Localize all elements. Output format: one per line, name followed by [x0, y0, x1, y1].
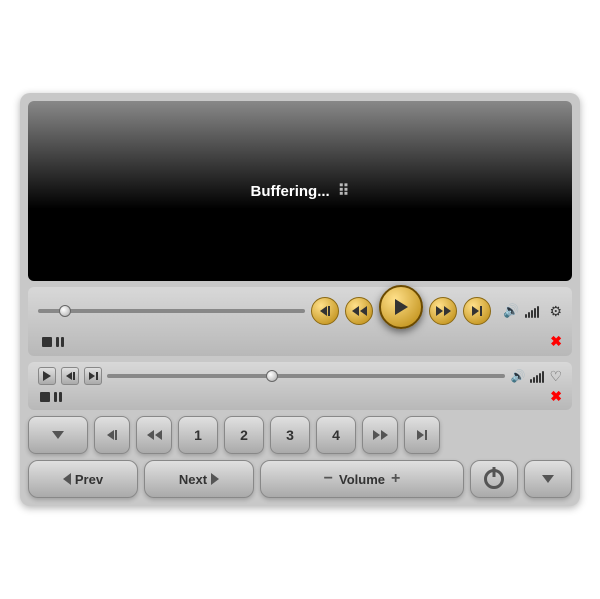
skip-start-tiny-button[interactable] [61, 367, 79, 385]
play-icon [395, 299, 408, 315]
skip-end-tiny-button[interactable] [84, 367, 102, 385]
dropdown-arrow-icon [52, 431, 64, 439]
prev-icon [63, 473, 71, 485]
seek-thumb[interactable] [59, 305, 71, 317]
play-tiny-icon [43, 371, 51, 381]
track-4-label: 4 [332, 427, 340, 443]
volume-label: Volume [339, 472, 385, 487]
vol-bar-5 [537, 306, 539, 318]
main-controls-row: 🔊 ⚙ [38, 293, 562, 329]
vol-bar-1 [525, 314, 527, 318]
volume-icon: 🔊 [503, 303, 519, 319]
video-screen: Buffering... ⠿ [28, 101, 572, 281]
bottom-dropdown-icon [542, 475, 554, 483]
secondary-pause-button[interactable] [54, 392, 62, 402]
skip-to-start-button[interactable] [311, 297, 339, 325]
track-2-label: 2 [240, 427, 248, 443]
track-skip-end-icon [417, 430, 427, 440]
next-icon [211, 473, 219, 485]
channel-dropdown-button[interactable] [28, 416, 88, 454]
vol-bar-3 [531, 310, 533, 318]
prev-label: Prev [75, 472, 103, 487]
buffering-indicator: Buffering... ⠿ [251, 181, 350, 201]
next-button[interactable]: Next [144, 460, 254, 498]
power-button[interactable] [470, 460, 518, 498]
seek-bar[interactable] [38, 309, 305, 313]
track-rewind-button[interactable] [136, 416, 172, 454]
bottom-dropdown-button[interactable] [524, 460, 572, 498]
skip-end-icon [472, 306, 482, 316]
track-skip-end-button[interactable] [404, 416, 440, 454]
vol-bar-4 [534, 308, 536, 318]
secondary-close-icon[interactable]: ✖ [550, 388, 562, 405]
volume-control-button[interactable]: − Volume + [260, 460, 464, 498]
track-skip-start-button[interactable] [94, 416, 130, 454]
track-ff-icon [373, 430, 388, 440]
track-1-button[interactable]: 1 [178, 416, 218, 454]
track-rewind-icon [147, 430, 162, 440]
skip-start-tiny-icon [66, 372, 75, 380]
play-button[interactable] [379, 285, 423, 329]
track-3-button[interactable]: 3 [270, 416, 310, 454]
track-ff-button[interactable] [362, 416, 398, 454]
track-4-button[interactable]: 4 [316, 416, 356, 454]
secondary-seek-thumb[interactable] [266, 370, 278, 382]
rewind-button[interactable] [345, 297, 373, 325]
secondary-volume-icon: 🔊 [510, 369, 525, 383]
skip-end-tiny-icon [89, 372, 98, 380]
bottom-row: Prev Next − Volume + [28, 460, 572, 498]
prev-button[interactable]: Prev [28, 460, 138, 498]
secondary-controls-row: 🔊 ♡ [38, 367, 562, 385]
secondary-stop-button[interactable] [40, 392, 50, 402]
stop-pause-row: ✖ [38, 333, 562, 350]
rewind-icon [352, 306, 367, 316]
secondary-seek-bar[interactable] [107, 374, 505, 378]
favorite-icon[interactable]: ♡ [549, 368, 562, 385]
skip-start-icon [320, 306, 330, 316]
track-skip-start-icon [107, 430, 117, 440]
power-icon [484, 469, 504, 489]
next-label: Next [179, 472, 207, 487]
track-3-label: 3 [286, 427, 294, 443]
seek-bar-container [38, 309, 305, 313]
close-icon[interactable]: ✖ [550, 333, 562, 350]
fast-forward-icon [436, 306, 451, 316]
main-controls-bar: 🔊 ⚙ ✖ [28, 287, 572, 356]
spinner-icon: ⠿ [338, 181, 350, 201]
stop-button[interactable] [42, 337, 52, 347]
fast-forward-button[interactable] [429, 297, 457, 325]
vol-bar-2 [528, 312, 530, 318]
play-tiny-button[interactable] [38, 367, 56, 385]
secondary-volume-bars [530, 369, 544, 383]
pause-button[interactable] [56, 337, 64, 347]
track-1-label: 1 [194, 427, 202, 443]
equalizer-icon[interactable]: ⚙ [549, 303, 562, 320]
volume-minus-icon[interactable]: − [324, 470, 333, 488]
volume-plus-icon[interactable]: + [391, 470, 400, 488]
volume-bars [525, 304, 539, 318]
secondary-controls-bar: 🔊 ♡ ✖ [28, 362, 572, 410]
skip-to-end-button[interactable] [463, 297, 491, 325]
track-2-button[interactable]: 2 [224, 416, 264, 454]
buffering-text: Buffering... [251, 183, 330, 200]
media-player: Buffering... ⠿ [20, 93, 580, 506]
track-buttons-row: 1 2 3 4 [28, 416, 572, 454]
secondary-stop-pause-row: ✖ [38, 388, 562, 405]
